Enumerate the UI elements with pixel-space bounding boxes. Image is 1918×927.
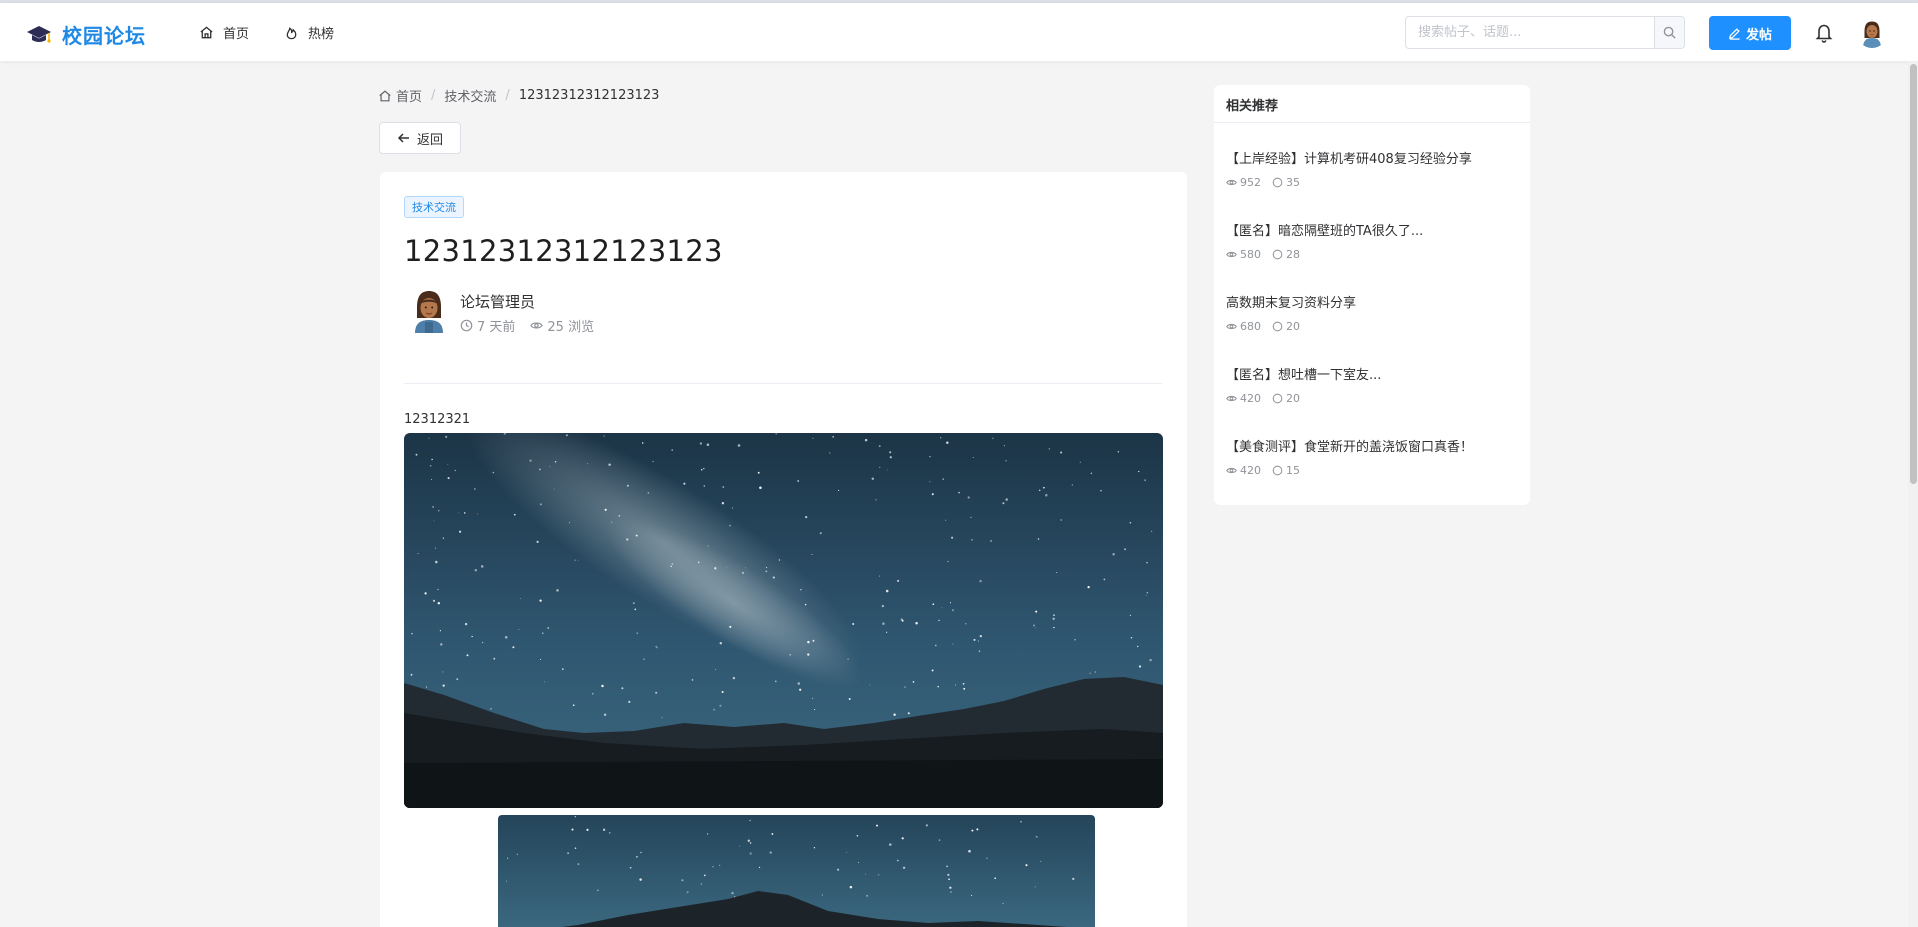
recommendation-title: 【匿名】想吐槽一下室友...	[1226, 368, 1382, 383]
mountain-image	[498, 815, 1095, 927]
comment-icon	[1272, 321, 1283, 332]
recommendation-comments: 20	[1286, 392, 1300, 405]
breadcrumb-current: 12312312312123123	[518, 88, 660, 103]
recommendation-item[interactable]: 高数期末复习资料分享 680 20	[1226, 292, 1522, 333]
recommendations-title: 相关推荐	[1226, 99, 1279, 114]
author-avatar[interactable]	[408, 287, 450, 333]
search-input[interactable]	[1406, 17, 1654, 48]
search-button[interactable]	[1654, 17, 1684, 48]
comment-icon	[1272, 177, 1283, 188]
eye-icon	[1226, 395, 1237, 402]
post-views: 25 浏览	[547, 320, 595, 335]
post-image-mountain[interactable]	[498, 815, 1095, 927]
user-avatar[interactable]	[1857, 18, 1887, 48]
content-divider	[404, 383, 1162, 384]
comment-icon	[1272, 465, 1283, 476]
nav-home-label: 首页	[223, 27, 250, 42]
recommendation-views: 952	[1240, 176, 1261, 189]
nav-home[interactable]: 首页	[199, 23, 249, 42]
breadcrumb-separator: /	[505, 88, 510, 103]
recommendation-title: 【美食测评】食堂新开的盖浇饭窗口真香！	[1226, 440, 1474, 455]
eye-icon	[530, 322, 544, 329]
recommendation-views: 420	[1240, 392, 1261, 405]
clock-icon	[460, 319, 473, 332]
recommendation-title: 【上岸经验】计算机考研408复习经验分享	[1226, 152, 1472, 167]
post-time: 7 天前	[477, 320, 516, 335]
new-post-label: 发帖	[1745, 27, 1772, 43]
recommendation-views: 680	[1240, 320, 1261, 333]
site-name: 校园论坛	[62, 24, 146, 48]
post-content-text: 12312321	[404, 412, 471, 427]
post-title: 12312312312123123	[404, 234, 723, 268]
recommendation-views: 420	[1240, 464, 1261, 477]
eye-icon	[1226, 467, 1237, 474]
recommendation-comments: 35	[1286, 176, 1300, 189]
home-icon	[379, 89, 391, 101]
top-navbar: 校园论坛 首页 热榜 发帖	[0, 3, 1918, 61]
comment-icon	[1272, 393, 1283, 404]
recommendation-views: 580	[1240, 248, 1261, 261]
related-recommendations: 相关推荐 【上岸经验】计算机考研408复习经验分享 952 35 【匿名】暗恋隔…	[1214, 85, 1530, 505]
recommendation-stats: 420 20	[1226, 392, 1522, 405]
recommendation-comments: 28	[1286, 248, 1300, 261]
starry-sky-image	[404, 433, 1163, 808]
post-image-starry-sky[interactable]	[404, 433, 1163, 808]
comment-icon	[1272, 249, 1283, 260]
recommendation-stats: 580 28	[1226, 248, 1522, 261]
user-avatar-image	[1857, 18, 1887, 48]
recommendation-item[interactable]: 【匿名】想吐槽一下室友... 420 20	[1226, 364, 1522, 405]
recommendation-title: 高数期末复习资料分享	[1226, 296, 1357, 311]
recommendation-stats: 952 35	[1226, 176, 1522, 189]
eye-icon	[1226, 323, 1237, 330]
author-name[interactable]: 论坛管理员	[460, 291, 535, 312]
recommendation-item[interactable]: 【美食测评】食堂新开的盖浇饭窗口真香！ 420 15	[1226, 436, 1522, 477]
breadcrumb-home[interactable]: 首页	[396, 86, 422, 105]
new-post-button[interactable]: 发帖	[1709, 16, 1791, 50]
breadcrumb-category[interactable]: 技术交流	[444, 86, 496, 105]
recommendation-comments: 20	[1286, 320, 1300, 333]
eye-icon	[1226, 251, 1237, 258]
arrow-left-icon	[397, 133, 409, 143]
recommendation-stats: 680 20	[1226, 320, 1522, 333]
back-button[interactable]: 返回	[379, 122, 461, 154]
nav-hot[interactable]: 热榜	[284, 23, 334, 42]
recommendation-item[interactable]: 【上岸经验】计算机考研408复习经验分享 952 35	[1226, 148, 1522, 189]
breadcrumb: 首页 / 技术交流 / 12312312312123123	[378, 86, 659, 105]
notification-bell-icon[interactable]	[1814, 22, 1834, 44]
home-icon	[200, 26, 213, 39]
edit-icon	[1728, 27, 1740, 40]
nav-hot-label: 热榜	[308, 27, 335, 42]
scrollbar-thumb[interactable]	[1910, 64, 1917, 484]
recommendation-item[interactable]: 【匿名】暗恋隔壁班的TA很久了... 580 28	[1226, 220, 1522, 261]
recommendation-title: 【匿名】暗恋隔壁班的TA很久了...	[1226, 224, 1424, 239]
recommendations-divider	[1214, 122, 1530, 123]
search-icon	[1663, 26, 1676, 39]
breadcrumb-separator: /	[431, 88, 436, 103]
site-logo[interactable]: 校园论坛	[26, 20, 146, 49]
eye-icon	[1226, 179, 1237, 186]
post-meta: 7 天前 25 浏览	[460, 316, 594, 335]
post-category-tag[interactable]: 技术交流	[404, 196, 464, 218]
post-card: 技术交流 12312312312123123 论坛管理员 7 天前 25 浏览 …	[380, 172, 1187, 927]
fire-icon	[286, 27, 297, 40]
back-button-label: 返回	[416, 132, 443, 148]
recommendation-comments: 15	[1286, 464, 1300, 477]
recommendation-stats: 420 15	[1226, 464, 1522, 477]
graduation-cap-icon	[27, 25, 51, 43]
search-box	[1405, 16, 1685, 49]
